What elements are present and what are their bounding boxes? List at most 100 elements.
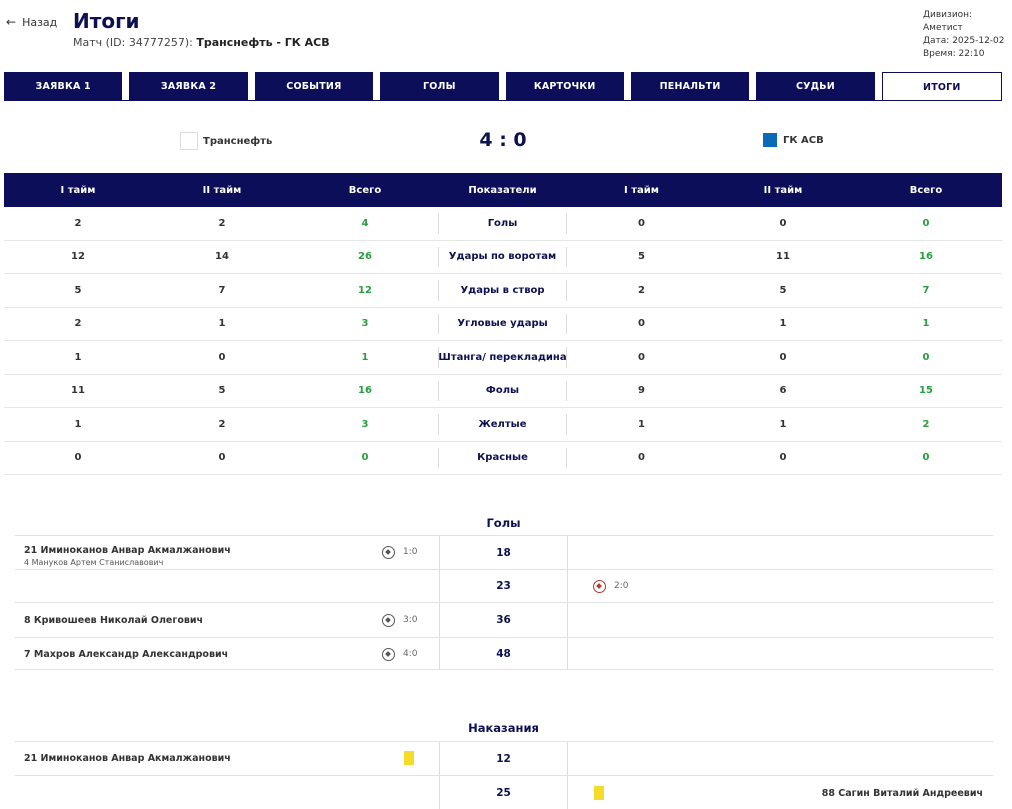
back-arrow-icon: ← bbox=[6, 15, 17, 29]
back-link[interactable]: ← Назад bbox=[6, 15, 57, 29]
goal-minute: 18 bbox=[439, 536, 568, 569]
match-score: 4 : 0 bbox=[479, 129, 527, 151]
stat-value: 0 bbox=[218, 351, 226, 363]
goal-minute: 23 bbox=[439, 570, 568, 602]
stats-row: 11 5 16 Фолы 9 6 15 bbox=[4, 375, 1002, 408]
stat-value: 16 bbox=[919, 251, 933, 263]
stats-header-cell: Всего bbox=[348, 184, 382, 196]
penalty-minute: 12 bbox=[439, 742, 568, 775]
stats-row: 2 2 4 Голы 0 0 0 bbox=[4, 207, 1002, 241]
stat-value: 2 bbox=[638, 284, 645, 296]
stat-value: 2 bbox=[922, 418, 930, 430]
yellow-card-icon bbox=[404, 751, 414, 765]
stat-value: 2 bbox=[74, 318, 82, 330]
stat-value: 7 bbox=[218, 284, 226, 296]
stat-value: 2 bbox=[218, 418, 226, 430]
stat-value: 1 bbox=[779, 318, 787, 330]
stat-value: 1 bbox=[779, 418, 787, 430]
stat-value: 1 bbox=[638, 418, 645, 430]
division: Дивизион: Аметист bbox=[923, 10, 973, 33]
page-title: Итоги bbox=[73, 9, 140, 33]
tab-divider bbox=[4, 100, 1002, 101]
penalty-row: 21 Иминоканов Анвар Акмалжанович 12 bbox=[15, 741, 993, 775]
stat-value: 0 bbox=[922, 452, 930, 464]
goal-score: 1:0 bbox=[403, 547, 418, 557]
stats-header-cell: Всего bbox=[909, 184, 943, 196]
stat-value: 1 bbox=[922, 318, 930, 330]
match-time: Время: 22:10 bbox=[923, 49, 985, 59]
goal-assist: 4 Мануков Артем Станиславович bbox=[24, 558, 164, 567]
stat-label: Фолы bbox=[438, 375, 567, 408]
stat-value: 6 bbox=[779, 385, 787, 397]
stat-value: 7 bbox=[922, 284, 930, 296]
stat-value: 5 bbox=[74, 284, 82, 296]
stat-label: Удары по воротам bbox=[438, 241, 567, 274]
stat-value: 1 bbox=[74, 351, 82, 363]
stat-value: 14 bbox=[215, 251, 229, 263]
goal-row: 23 2:0 bbox=[15, 569, 993, 602]
stat-label: Угловые удары bbox=[438, 308, 567, 341]
stat-value: 3 bbox=[361, 418, 369, 430]
stat-value: 16 bbox=[358, 385, 372, 397]
home-team: Транснефть bbox=[180, 132, 272, 150]
stat-value: 0 bbox=[779, 217, 787, 229]
stats-row: 1 2 3 Желтые 1 1 2 bbox=[4, 408, 1002, 442]
penalty-minute: 25 bbox=[439, 776, 568, 809]
away-team-name: ГК АСВ bbox=[783, 134, 824, 146]
goal-row: 7 Махров Александр Александрович 4:0 48 bbox=[15, 637, 993, 670]
tab-4[interactable]: ГОЛЫ bbox=[380, 72, 499, 101]
goal-row: 21 Иминоканов Анвар Акмалжанович 4 Мануко… bbox=[15, 535, 993, 569]
tab-5[interactable]: КАРТОЧКИ bbox=[505, 72, 624, 101]
back-label: Назад bbox=[22, 15, 58, 29]
stat-value: 1 bbox=[74, 418, 82, 430]
stat-value: 0 bbox=[638, 318, 645, 330]
tab-2[interactable]: ЗАЯВКА 2 bbox=[129, 72, 248, 101]
stats-header-cell: I тайм bbox=[60, 184, 96, 196]
tab-8[interactable]: ИТОГИ bbox=[881, 72, 1002, 101]
yellow-card-icon bbox=[594, 786, 604, 800]
stat-value: 5 bbox=[638, 251, 645, 263]
goal-scorer: 8 Кривошеев Николай Олегович bbox=[24, 614, 204, 626]
tab-6[interactable]: ПЕНАЛЬТИ bbox=[630, 72, 750, 101]
stat-value: 1 bbox=[361, 351, 369, 363]
soccer-ball-icon bbox=[382, 613, 395, 627]
stats-row: 1 0 1 Штанга/ перекладина 0 0 0 bbox=[4, 341, 1002, 375]
stat-value: 12 bbox=[71, 251, 85, 263]
penalty-row: 25 88 Сагин Виталий Андреевич bbox=[15, 775, 993, 809]
soccer-ball-icon bbox=[382, 647, 395, 661]
stat-value: 0 bbox=[922, 351, 930, 363]
goal-score: 2:0 bbox=[614, 580, 629, 591]
stat-value: 0 bbox=[779, 351, 787, 363]
tab-7[interactable]: СУДЬИ bbox=[756, 72, 875, 101]
stat-value: 2 bbox=[74, 217, 82, 229]
stats-row: 12 14 26 Удары по воротам 5 11 16 bbox=[4, 241, 1002, 274]
penalties-list: 21 Иминоканов Анвар Акмалжанович 12 25 88 С… bbox=[15, 741, 993, 809]
stat-value: 4 bbox=[361, 217, 369, 229]
home-team-name: Транснефть bbox=[203, 135, 273, 147]
tab-bar: ЗАЯВКА 1 ЗАЯВКА 2 СОБЫТИЯ ГОЛЫ КАРТОЧКИ ПЕНАЛ… bbox=[4, 72, 1002, 101]
stat-value: 12 bbox=[358, 284, 372, 296]
tab-1[interactable]: ЗАЯВКА 1 bbox=[4, 72, 123, 101]
stat-value: 0 bbox=[638, 452, 645, 464]
match-date: Дата: 2025-12-02 bbox=[923, 36, 1005, 46]
stat-label: Удары в створ bbox=[438, 274, 567, 307]
stat-label: Штанга/ перекладина bbox=[438, 341, 567, 374]
stat-value: 0 bbox=[638, 351, 645, 363]
goal-score: 4:0 bbox=[403, 648, 418, 659]
stat-label: Желтые bbox=[438, 408, 567, 441]
soccer-ball-icon bbox=[382, 546, 395, 559]
stat-value: 3 bbox=[361, 318, 369, 330]
goal-minute: 48 bbox=[439, 638, 568, 669]
stats-header-cell: II тайм bbox=[202, 184, 242, 196]
tab-3[interactable]: СОБЫТИЯ bbox=[254, 72, 374, 101]
stat-label: Голы bbox=[438, 207, 567, 240]
goals-list: 21 Иминоканов Анвар Акмалжанович 4 Мануко… bbox=[15, 535, 993, 670]
stat-value: 15 bbox=[919, 385, 933, 397]
penalty-player: 21 Иминоканов Анвар Акмалжанович bbox=[24, 753, 231, 764]
stat-value: 0 bbox=[74, 452, 82, 464]
goals-section-title: Голы bbox=[486, 516, 521, 530]
stat-value: 0 bbox=[922, 217, 930, 229]
away-team-color-swatch bbox=[763, 133, 777, 147]
stats-header-cell: Показатели bbox=[468, 184, 537, 196]
penalties-section-title: Наказания bbox=[468, 721, 539, 735]
